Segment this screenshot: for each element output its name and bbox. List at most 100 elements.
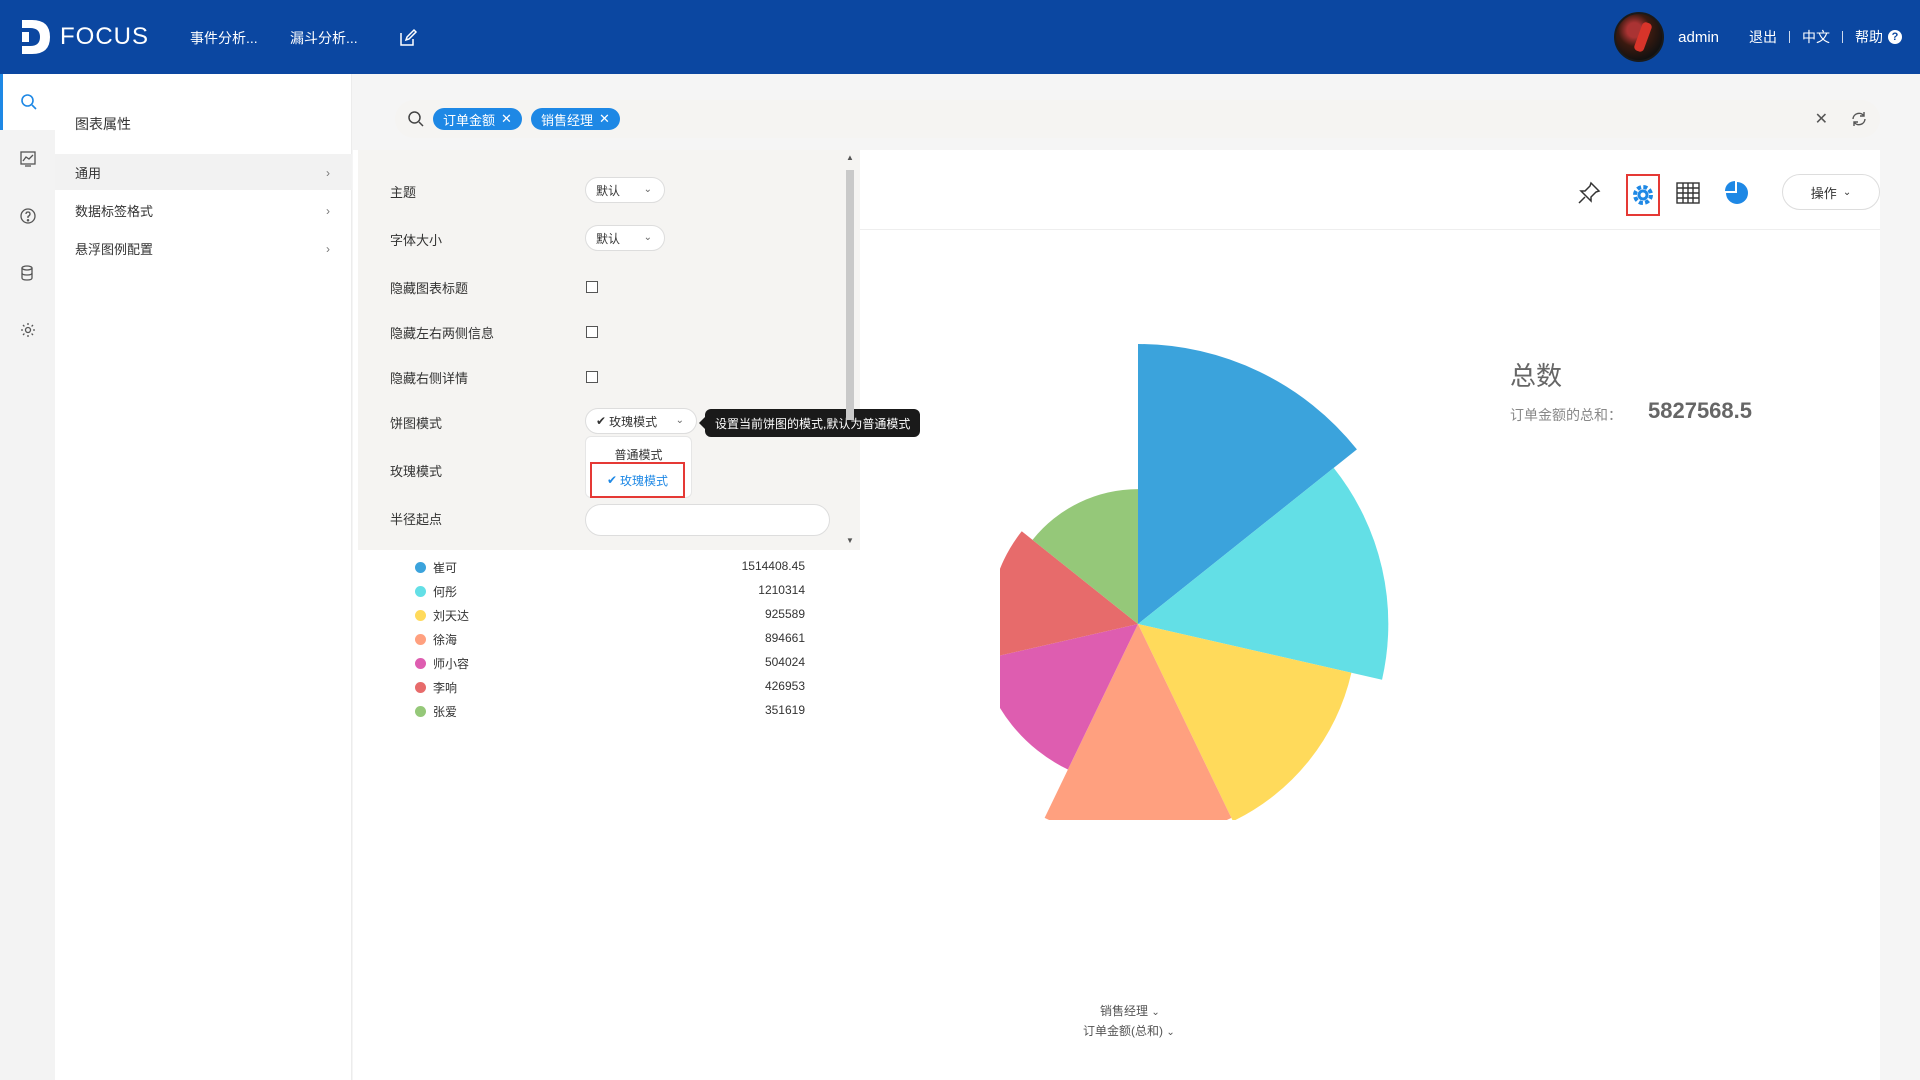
chevron-right-icon: › <box>326 242 330 256</box>
legend-item[interactable]: 徐海 894661 <box>415 629 805 649</box>
legend-value: 426953 <box>764 679 805 693</box>
option-label: 玫瑰模式 <box>620 473 669 488</box>
operations-label: 操作 <box>1810 185 1837 201</box>
table-icon <box>1676 182 1700 204</box>
x-axis-field[interactable]: 销售经理 ⌄ <box>1100 1002 1160 1019</box>
hide-title-checkbox[interactable] <box>586 281 598 293</box>
refresh-icon[interactable] <box>1850 110 1868 128</box>
clear-search-icon[interactable]: ✕ <box>1815 109 1828 129</box>
gear-icon <box>20 323 35 337</box>
separator <box>1842 31 1843 43</box>
hide-right-detail-checkbox[interactable] <box>586 371 598 383</box>
theme-select[interactable]: 默认 ⌄ <box>585 177 665 203</box>
option-rose-mode[interactable]: ✔ 玫瑰模式 <box>590 462 685 498</box>
option-label: 普通模式 <box>614 447 663 462</box>
separator <box>1789 31 1790 43</box>
nav-funnel-analysis[interactable]: 漏斗分析... <box>290 28 358 48</box>
legend-color-swatch <box>415 586 426 597</box>
search-icon[interactable] <box>407 110 425 128</box>
rail-help[interactable] <box>0 188 55 244</box>
chart-board-icon <box>19 151 36 167</box>
prop-item-label: 悬浮图例配置 <box>75 241 154 257</box>
legend-value: 1514408.45 <box>741 559 805 573</box>
font-size-label: 字体大小 <box>390 233 443 248</box>
legend-color-swatch <box>415 682 426 693</box>
theme-select-value: 默认 <box>596 183 621 198</box>
pie-chart-button[interactable] <box>1722 178 1752 208</box>
user-area: admin 退出 中文 帮助 ? <box>1614 0 1920 74</box>
legend-label: 徐海 <box>433 633 458 647</box>
prop-item-tooltip-legend[interactable]: 悬浮图例配置 › <box>55 230 352 266</box>
pie-mode-label: 饼图模式 <box>390 416 443 431</box>
edit-icon[interactable] <box>398 28 418 48</box>
legend-value: 351619 <box>764 703 805 717</box>
chevron-down-icon: ⌄ <box>643 184 652 195</box>
legend-color-swatch <box>415 658 426 669</box>
chevron-down-icon: ⌄ <box>675 415 684 426</box>
legend-item[interactable]: 张爱 351619 <box>415 701 805 721</box>
logo-mark-icon <box>22 20 50 54</box>
scroll-up-icon[interactable]: ▲ <box>846 153 854 162</box>
prop-item-general[interactable]: 通用 › <box>55 154 352 190</box>
legend-item[interactable]: 刘天达 925589 <box>415 605 805 625</box>
rose-pie-chart[interactable] <box>1000 300 1440 820</box>
summary-value: 5827568.5 <box>1648 398 1752 423</box>
help-icon[interactable]: ? <box>1888 30 1902 44</box>
summary-title: 总数 <box>1510 361 1563 391</box>
legend-item[interactable]: 李响 426953 <box>415 677 805 697</box>
operations-button[interactable]: 操作 ⌄ <box>1782 174 1880 210</box>
user-name[interactable]: admin <box>1678 29 1719 46</box>
help-link[interactable]: 帮助 <box>1855 27 1883 47</box>
chip-label: 销售经理 <box>541 112 594 128</box>
rail-data[interactable] <box>0 245 55 301</box>
hide-title-label: 隐藏图表标题 <box>390 281 469 296</box>
legend-item[interactable]: 何彤 1210314 <box>415 581 805 601</box>
legend-value: 894661 <box>764 631 805 645</box>
hide-right-detail-label: 隐藏右侧详情 <box>390 371 469 386</box>
chart-properties-panel: 图表属性 通用 › 数据标签格式 › 悬浮图例配置 › <box>55 74 352 1080</box>
font-size-select-value: 默认 <box>596 231 621 246</box>
search-chip-order-amount[interactable]: 订单金额 ✕ <box>433 108 522 130</box>
settings-button[interactable] <box>1626 174 1660 216</box>
theme-label: 主题 <box>390 185 417 200</box>
legend-item[interactable]: 师小容 504024 <box>415 653 805 673</box>
legend-value: 504024 <box>764 655 805 669</box>
logo-text: FOCUS <box>60 23 149 50</box>
language-link[interactable]: 中文 <box>1802 27 1830 47</box>
close-icon[interactable]: ✕ <box>501 111 512 127</box>
rose-mode-label: 玫瑰模式 <box>390 464 443 479</box>
scroll-down-icon[interactable]: ▼ <box>846 536 854 545</box>
hide-side-info-checkbox[interactable] <box>586 326 598 338</box>
prop-item-label: 数据标签格式 <box>75 203 154 219</box>
chevron-down-icon: ⌄ <box>643 232 652 243</box>
nav-event-analysis[interactable]: 事件分析... <box>190 28 258 48</box>
table-view-button[interactable] <box>1673 178 1703 208</box>
radius-start-input[interactable] <box>585 504 830 536</box>
rail-dashboard[interactable] <box>0 131 55 187</box>
focus-logo[interactable]: FOCUS <box>20 18 149 56</box>
y-axis-field[interactable]: 订单金额(总和) ⌄ <box>1083 1022 1175 1039</box>
rail-search[interactable] <box>0 74 55 130</box>
panel-title: 图表属性 <box>75 116 131 132</box>
settings-scrollbar[interactable] <box>846 170 854 420</box>
legend-color-swatch <box>415 562 426 573</box>
pie-mode-select[interactable]: ✔ 玫瑰模式 ⌄ <box>585 408 697 434</box>
gear-icon <box>1633 185 1653 205</box>
prop-item-data-label-format[interactable]: 数据标签格式 › <box>55 192 352 228</box>
chevron-down-icon: ⌄ <box>1842 186 1852 198</box>
legend-item[interactable]: 崔可 1514408.45 <box>415 557 805 577</box>
chevron-right-icon: › <box>326 204 330 218</box>
legend-label: 崔可 <box>433 561 458 575</box>
close-icon[interactable]: ✕ <box>599 111 610 127</box>
pin-button[interactable] <box>1574 178 1604 208</box>
search-chip-sales-manager[interactable]: 销售经理 ✕ <box>531 108 620 130</box>
pie-mode-select-value: 玫瑰模式 <box>609 414 658 429</box>
avatar[interactable] <box>1614 12 1665 62</box>
search-bar[interactable]: 订单金额 ✕ 销售经理 ✕ ✕ <box>395 100 1880 138</box>
toolbar-divider <box>858 229 1880 230</box>
font-size-select[interactable]: 默认 ⌄ <box>585 225 665 251</box>
radius-start-label: 半径起点 <box>390 512 443 527</box>
pie-mode-tooltip: 设置当前饼图的模式,默认为普通模式 <box>698 409 921 437</box>
rail-settings[interactable] <box>0 302 55 358</box>
logout-link[interactable]: 退出 <box>1749 27 1777 47</box>
